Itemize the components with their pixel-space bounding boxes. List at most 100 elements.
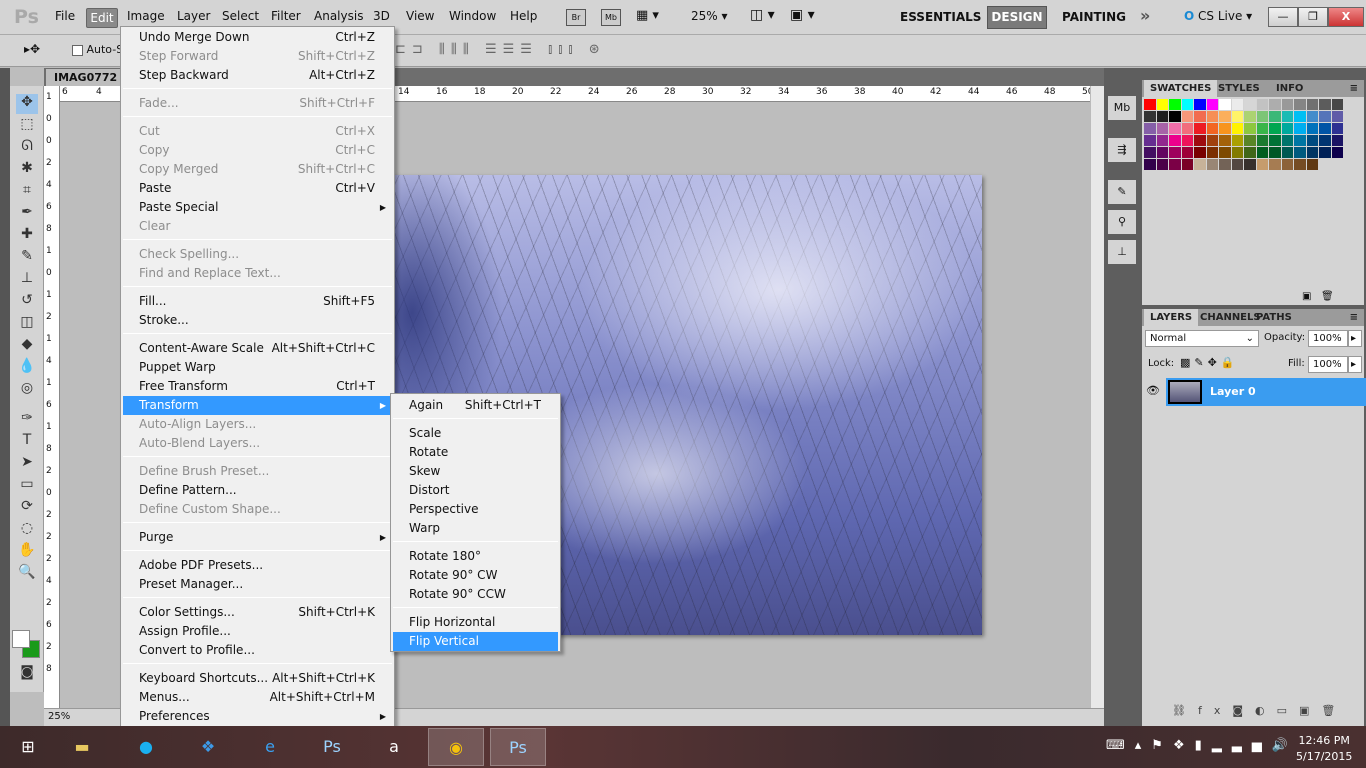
color-swatch[interactable] [1244, 123, 1256, 134]
minimize-button[interactable]: — [1268, 7, 1298, 27]
menu-item-adobe-pdf-presets[interactable]: Adobe PDF Presets... [123, 556, 392, 575]
color-swatch[interactable] [1181, 159, 1193, 170]
color-swatch[interactable] [1194, 99, 1206, 110]
crop-tool-icon[interactable]: ⌗ [16, 182, 38, 202]
menu-window[interactable]: Window [449, 9, 496, 23]
screen-mode-icon[interactable]: ▣ ▾ [790, 7, 815, 23]
color-swatch[interactable] [1331, 111, 1343, 122]
color-swatch[interactable] [1181, 111, 1193, 122]
color-swatch[interactable] [1206, 111, 1218, 122]
swatch-new-delete-icons[interactable]: ▣ 🗑 [1302, 291, 1334, 302]
color-swatch[interactable] [1231, 159, 1243, 170]
menu-item-skew[interactable]: Skew [393, 462, 558, 481]
marquee-tool-icon[interactable]: ⬚ [16, 116, 38, 136]
color-swatch[interactable] [1169, 147, 1181, 158]
color-swatch[interactable] [1206, 99, 1218, 110]
close-button[interactable]: X [1328, 7, 1364, 27]
blend-mode-dropdown[interactable]: Normal ⌄ [1145, 330, 1259, 347]
menu-item-distort[interactable]: Distort [393, 481, 558, 500]
align-distribute-icons[interactable]: ⊏⊐ ⫼⫼⫼ ☰☰☰ ⫾⫾⫾ ⊛ [395, 42, 606, 57]
color-swatch[interactable] [1219, 135, 1231, 146]
workspace-design[interactable]: DESIGN [987, 6, 1047, 29]
color-swatch[interactable] [1156, 99, 1168, 110]
color-swatch[interactable] [1144, 99, 1156, 110]
color-swatch[interactable] [1194, 147, 1206, 158]
color-swatch[interactable] [1144, 159, 1156, 170]
dodge-tool-icon[interactable]: ◎ [16, 380, 38, 400]
history-icon[interactable]: ⇶ [1108, 138, 1136, 162]
color-swatch[interactable] [1269, 147, 1281, 158]
color-swatch[interactable] [1294, 147, 1306, 158]
move-tool-icon[interactable]: ✥ [16, 94, 38, 114]
menu-item-free-transform[interactable]: Free Transform Ctrl+T [123, 377, 392, 396]
clone-stamp-tool-icon[interactable]: ⊥ [16, 270, 38, 290]
opacity-slider-button[interactable]: ▸ [1348, 330, 1362, 347]
paint-bucket-tool-icon[interactable]: ◆ [16, 336, 38, 356]
color-swatch[interactable] [1306, 159, 1318, 170]
color-swatch[interactable] [1319, 135, 1331, 146]
color-swatch[interactable] [1206, 135, 1218, 146]
color-swatch[interactable] [1219, 111, 1231, 122]
color-swatch[interactable] [1231, 147, 1243, 158]
visibility-eye-icon[interactable]: 👁 [1146, 384, 1160, 397]
menu-item-again[interactable]: Again Shift+Ctrl+T [393, 396, 558, 415]
color-swatch[interactable] [1319, 111, 1331, 122]
menu-item-warp[interactable]: Warp [393, 519, 558, 538]
color-swatch[interactable] [1281, 123, 1293, 134]
healing-tool-icon[interactable]: ✚ [16, 226, 38, 246]
zoom-tool-icon[interactable]: 🔍 [16, 564, 38, 584]
color-swatch[interactable] [1256, 99, 1268, 110]
menu-item-puppet-warp[interactable]: Puppet Warp [123, 358, 392, 377]
color-swatch[interactable] [1244, 147, 1256, 158]
tab-info[interactable]: INFO [1270, 80, 1309, 97]
color-swatch[interactable] [1169, 123, 1181, 134]
color-swatch[interactable] [1281, 99, 1293, 110]
type-tool-icon[interactable]: T [16, 432, 38, 452]
color-swatch[interactable] [1194, 159, 1206, 170]
color-swatch[interactable] [1281, 111, 1293, 122]
menu-view[interactable]: View [406, 9, 434, 23]
color-swatch[interactable] [1181, 99, 1193, 110]
tab-layers[interactable]: LAYERS [1144, 309, 1199, 326]
color-swatch[interactable] [1231, 135, 1243, 146]
color-swatch[interactable] [1169, 111, 1181, 122]
color-swatch[interactable] [1331, 135, 1343, 146]
color-swatch[interactable] [1206, 147, 1218, 158]
toolbox-collapse-strip[interactable] [0, 68, 10, 726]
color-swatch[interactable] [1231, 99, 1243, 110]
menu-item-paste-special[interactable]: Paste Special ▶ [123, 198, 392, 217]
color-swatch[interactable] [1306, 135, 1318, 146]
quick-select-tool-icon[interactable]: ✱ [16, 160, 38, 180]
color-swatch[interactable] [1269, 123, 1281, 134]
menu-3d[interactable]: 3D [373, 9, 390, 23]
amazon-icon[interactable]: a [366, 728, 422, 766]
fill-field[interactable]: 100% [1308, 356, 1348, 373]
fill-slider-button[interactable]: ▸ [1348, 356, 1362, 373]
tab-swatches[interactable]: SWATCHES [1144, 80, 1218, 97]
hand-tool-icon[interactable]: ✋ [16, 542, 38, 562]
color-swatch[interactable] [1319, 99, 1331, 110]
foreground-color-swatch[interactable] [12, 630, 30, 648]
color-swatch[interactable] [1256, 159, 1268, 170]
workspace-essentials[interactable]: ESSENTIALS [900, 10, 981, 24]
color-swatch[interactable] [1256, 111, 1268, 122]
menu-item-transform[interactable]: Transform ▶ [123, 396, 392, 415]
path-select-tool-icon[interactable]: ➤ [16, 454, 38, 474]
photoshop-icon[interactable]: Ps [304, 728, 360, 766]
color-swatch[interactable] [1219, 99, 1231, 110]
color-swatch[interactable] [1169, 135, 1181, 146]
color-swatch[interactable] [1281, 147, 1293, 158]
3d-rotate-tool-icon[interactable]: ⟳ [16, 498, 38, 518]
color-swatch[interactable] [1219, 159, 1231, 170]
menu-item-rotate-90-ccw[interactable]: Rotate 90° CCW [393, 585, 558, 604]
layer-footer-icons[interactable]: ⛓fx◙◐▭▣🗑 [1172, 704, 1347, 717]
color-swatch[interactable] [1194, 135, 1206, 146]
menu-item-assign-profile[interactable]: Assign Profile... [123, 622, 392, 641]
status-zoom[interactable]: 25% [48, 711, 70, 722]
eraser-tool-icon[interactable]: ◫ [16, 314, 38, 334]
color-swatch[interactable] [1244, 135, 1256, 146]
dropbox-icon[interactable]: ❖ [180, 728, 236, 766]
panel-menu-icon[interactable]: ≡ [1344, 80, 1364, 97]
color-swatch[interactable] [1219, 147, 1231, 158]
color-swatch[interactable] [1144, 123, 1156, 134]
